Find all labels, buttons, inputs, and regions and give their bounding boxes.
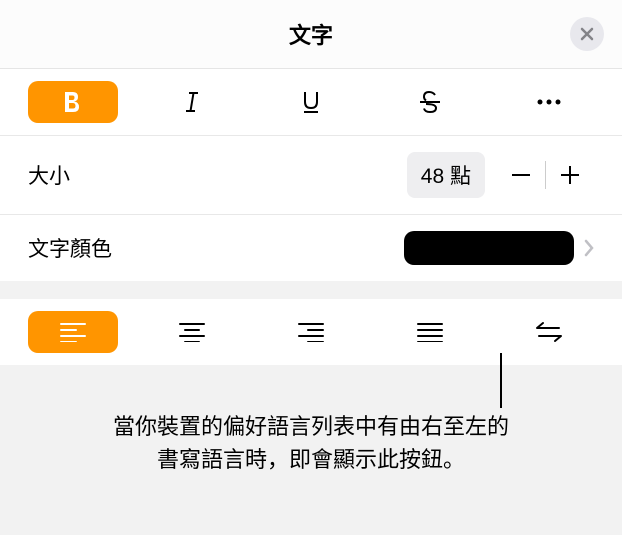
underline-icon <box>301 90 321 114</box>
size-label: 大小 <box>28 160 70 190</box>
callout: 當你裝置的偏好語言列表中有由右至左的 書寫語言時，即會顯示此按鈕。 <box>0 395 622 476</box>
alignment-section <box>0 299 622 365</box>
callout-line1: 當你裝置的偏好語言列表中有由右至左的 <box>113 414 509 439</box>
callout-line <box>500 353 502 408</box>
bold-button[interactable] <box>28 81 118 123</box>
align-right-button[interactable] <box>266 311 356 353</box>
text-direction-button[interactable] <box>504 311 594 353</box>
chevron-right-icon <box>584 239 594 257</box>
size-row: 大小 48 點 <box>0 136 622 215</box>
align-center-button[interactable] <box>147 311 237 353</box>
callout-text: 當你裝置的偏好語言列表中有由右至左的 書寫語言時，即會顯示此按鈕。 <box>0 395 622 476</box>
callout-line2: 書寫語言時，即會顯示此按鈕。 <box>157 447 465 472</box>
size-increase-button[interactable] <box>546 154 594 196</box>
bold-icon <box>63 90 83 114</box>
bidirectional-icon <box>535 321 563 343</box>
color-right <box>404 231 594 265</box>
close-button[interactable] <box>570 17 604 51</box>
strikethrough-icon <box>419 90 441 114</box>
text-color-label: 文字顏色 <box>28 233 112 263</box>
align-justify-button[interactable] <box>385 311 475 353</box>
close-icon <box>579 26 595 42</box>
text-format-panel: 文字 <box>0 0 622 476</box>
align-right-icon <box>298 322 324 342</box>
align-justify-icon <box>417 322 443 342</box>
text-style-row <box>0 69 622 136</box>
size-decrease-button[interactable] <box>497 154 545 196</box>
minus-icon <box>512 173 530 177</box>
size-value[interactable]: 48 點 <box>407 152 485 198</box>
color-swatch <box>404 231 574 265</box>
plus-icon <box>561 166 579 184</box>
format-section: 大小 48 點 文字顏色 <box>0 69 622 281</box>
italic-button[interactable] <box>147 81 237 123</box>
italic-icon <box>183 90 201 114</box>
underline-button[interactable] <box>266 81 356 123</box>
strikethrough-button[interactable] <box>385 81 475 123</box>
align-left-icon <box>60 322 86 342</box>
more-options-button[interactable] <box>504 81 594 123</box>
ellipsis-icon <box>536 98 562 106</box>
panel-title: 文字 <box>289 18 333 50</box>
align-center-icon <box>179 322 205 342</box>
size-stepper <box>497 154 594 196</box>
size-controls: 48 點 <box>407 152 594 198</box>
align-left-button[interactable] <box>28 311 118 353</box>
text-color-row[interactable]: 文字顏色 <box>0 215 622 281</box>
panel-header: 文字 <box>0 0 622 69</box>
